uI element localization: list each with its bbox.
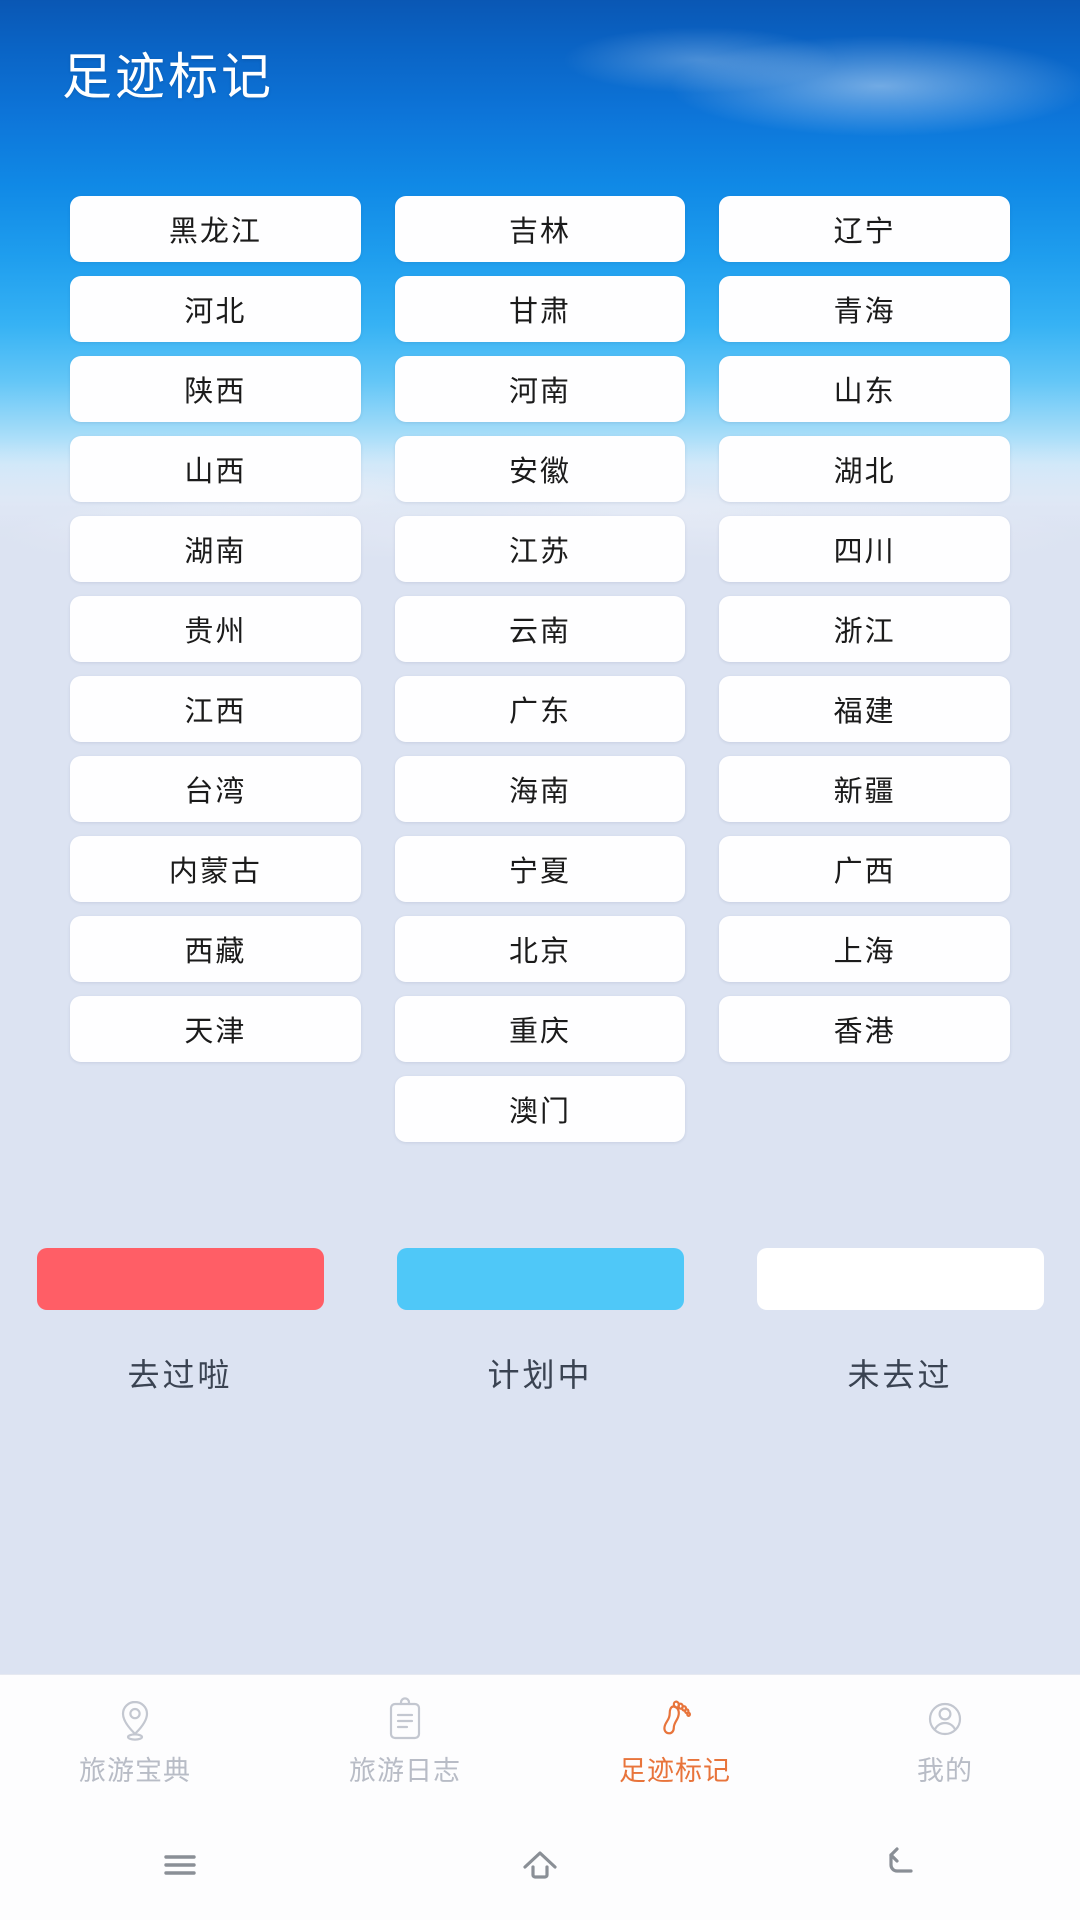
- province-button[interactable]: 河北: [70, 276, 361, 342]
- province-button[interactable]: 黑龙江: [70, 196, 361, 262]
- province-button[interactable]: 天津: [70, 996, 361, 1062]
- tab-person[interactable]: 我的: [810, 1675, 1080, 1810]
- tab-map-pin[interactable]: 旅游宝典: [0, 1675, 270, 1810]
- page-title: 足迹标记: [62, 49, 274, 105]
- province-button[interactable]: 山西: [70, 436, 361, 502]
- province-button[interactable]: 香港: [719, 996, 1011, 1062]
- legend-swatch-white: [756, 1248, 1044, 1310]
- province-button[interactable]: 云南: [394, 596, 686, 662]
- province-button[interactable]: 安徽: [394, 436, 686, 502]
- province-button[interactable]: 宁夏: [394, 836, 686, 902]
- province-button[interactable]: 吉林: [394, 196, 686, 262]
- province-button[interactable]: 山东: [719, 356, 1011, 422]
- province-button[interactable]: 新疆: [719, 756, 1011, 822]
- province-button[interactable]: 湖南: [70, 516, 361, 582]
- legend-label: 去过啦: [127, 1357, 233, 1393]
- tab-clipboard[interactable]: 旅游日志: [270, 1675, 540, 1810]
- province-button[interactable]: 海南: [394, 756, 686, 822]
- back-icon[interactable]: [720, 1842, 1080, 1888]
- legend-item: 计划中: [360, 1248, 720, 1396]
- legend-item: 去过啦: [0, 1248, 360, 1396]
- province-grid: 黑龙江 河北 陕西 山西 湖南 贵州 江西 台湾 内蒙古 西藏 天津 吉林 甘肃 河南 安徽 江苏 云南 广东 海南…: [0, 196, 1080, 1142]
- tab-footprint[interactable]: 足迹标记: [540, 1675, 810, 1810]
- legend-label: 未去过: [847, 1357, 953, 1393]
- bottom-tab-bar: 旅游宝典 旅游日志 足迹标记 我的: [0, 1674, 1080, 1810]
- legend-swatch-blue: [396, 1248, 684, 1310]
- legend-label: 计划中: [487, 1357, 593, 1393]
- province-button[interactable]: 江苏: [394, 516, 686, 582]
- province-button[interactable]: 陕西: [70, 356, 361, 422]
- legend: 去过啦 计划中 未去过: [0, 1248, 1080, 1396]
- province-column: 黑龙江河北陕西山西湖南贵州江西台湾内蒙古西藏天津: [70, 196, 361, 1142]
- province-button[interactable]: 江西: [70, 676, 361, 742]
- province-button[interactable]: 甘肃: [394, 276, 686, 342]
- clipboard-icon: [382, 1697, 428, 1743]
- legend-swatch-red: [36, 1248, 324, 1310]
- province-button[interactable]: 河南: [394, 356, 686, 422]
- province-button[interactable]: 西藏: [70, 916, 361, 982]
- person-icon: [922, 1697, 968, 1743]
- province-button[interactable]: 湖北: [719, 436, 1011, 502]
- province-button[interactable]: 重庆: [394, 996, 686, 1062]
- province-column: 辽宁青海山东湖北四川浙江福建新疆广西上海香港: [719, 196, 1011, 1142]
- province-button[interactable]: 青海: [719, 276, 1011, 342]
- province-button[interactable]: 上海: [719, 916, 1011, 982]
- province-button[interactable]: 浙江: [719, 596, 1011, 662]
- province-column: 吉林甘肃河南安徽江苏云南广东海南宁夏北京重庆澳门: [394, 196, 686, 1142]
- province-button[interactable]: 福建: [719, 676, 1011, 742]
- tab-label: 足迹标记: [619, 1756, 731, 1786]
- province-button[interactable]: 内蒙古: [70, 836, 361, 902]
- footprint-icon: [652, 1697, 698, 1743]
- province-button[interactable]: 辽宁: [719, 196, 1011, 262]
- tab-label: 旅游宝典: [79, 1756, 191, 1786]
- home-icon[interactable]: [360, 1842, 720, 1888]
- province-button[interactable]: 广东: [394, 676, 686, 742]
- recents-icon[interactable]: [0, 1842, 360, 1888]
- province-button[interactable]: 北京: [394, 916, 686, 982]
- tab-label: 旅游日志: [349, 1756, 461, 1786]
- map-pin-icon: [112, 1697, 158, 1743]
- system-navigation-bar: [0, 1810, 1080, 1920]
- legend-item: 未去过: [720, 1248, 1080, 1396]
- province-button[interactable]: 澳门: [394, 1076, 686, 1142]
- province-button[interactable]: 台湾: [70, 756, 361, 822]
- province-button[interactable]: 广西: [719, 836, 1011, 902]
- province-button[interactable]: 贵州: [70, 596, 361, 662]
- province-button[interactable]: 四川: [719, 516, 1011, 582]
- tab-label: 我的: [917, 1756, 973, 1786]
